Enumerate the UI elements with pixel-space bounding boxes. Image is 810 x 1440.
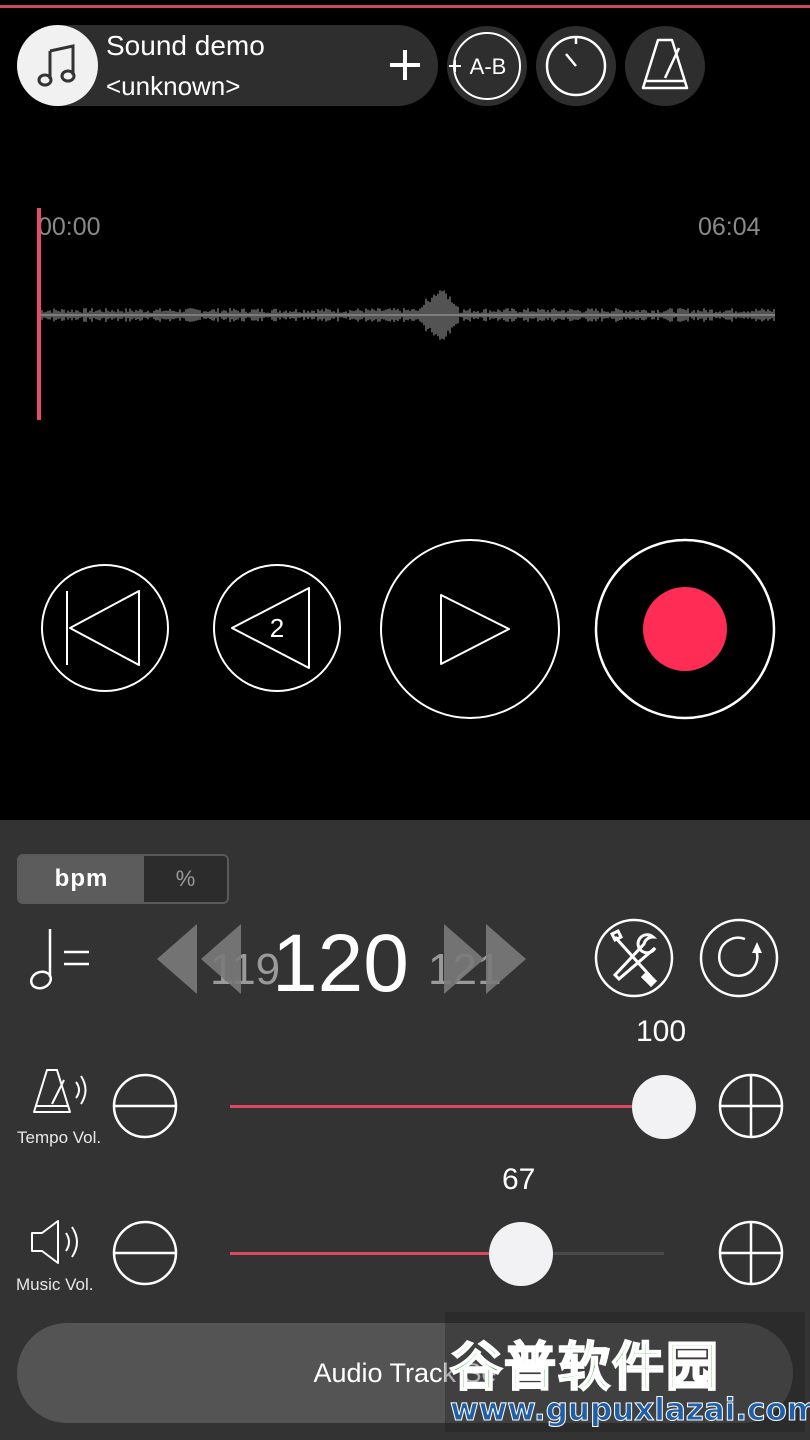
music-note-icon[interactable]	[17, 25, 98, 106]
tempo-volume-increase-button[interactable]	[718, 1073, 784, 1139]
metronome-icon	[641, 38, 689, 90]
music-volume-slider[interactable]	[230, 1252, 664, 1255]
tools-button[interactable]	[593, 917, 675, 999]
music-volume-fill	[230, 1252, 521, 1255]
tempo-increase-button[interactable]	[440, 914, 530, 1004]
rewind-button[interactable]: 2	[212, 563, 342, 693]
tempo-volume-thumb[interactable]	[632, 1075, 696, 1139]
add-track-button[interactable]	[380, 40, 430, 90]
tempo-volume-fill	[230, 1105, 664, 1108]
metronome-volume-icon	[33, 1069, 87, 1113]
timer-icon	[545, 35, 607, 97]
tempo-unit-toggle[interactable]: bpm %	[17, 854, 229, 904]
timer-button[interactable]	[536, 26, 616, 106]
metronome-button[interactable]	[625, 26, 705, 106]
tempo-volume-slider[interactable]	[230, 1105, 664, 1108]
tempo-value[interactable]: 120	[272, 917, 409, 1011]
top-accent-line	[0, 0, 810, 8]
playhead[interactable]	[37, 208, 41, 420]
tempo-volume-label: Tempo Vol.	[17, 1128, 102, 1147]
track-title: Sound demo	[106, 30, 265, 61]
refresh-icon	[718, 936, 759, 977]
music-volume-value: 67	[502, 1163, 536, 1196]
time-start-label: 00:00	[38, 213, 101, 241]
music-volume-increase-button[interactable]	[718, 1220, 784, 1286]
play-icon	[440, 594, 510, 665]
tempo-volume-value: 100	[636, 1015, 687, 1048]
rewind-seconds: 2	[270, 613, 284, 643]
ab-loop-button[interactable]: A-B	[447, 26, 527, 106]
track-artist: <unknown>	[106, 71, 241, 101]
music-volume-thumb[interactable]	[488, 1222, 553, 1286]
reset-button[interactable]	[698, 917, 780, 999]
unit-bpm-option[interactable]: bpm	[19, 856, 144, 902]
waveform[interactable]	[40, 270, 775, 360]
record-icon	[643, 587, 727, 671]
play-button[interactable]	[379, 538, 561, 720]
record-button[interactable]	[594, 538, 776, 720]
time-end-label: 06:04	[698, 213, 761, 241]
watermark-logo: 谷普软件园	[449, 1337, 721, 1399]
ab-label: A-B	[470, 54, 507, 79]
plus-icon	[390, 50, 420, 80]
double-chevron-left-icon	[157, 924, 197, 994]
speaker-icon	[31, 1220, 78, 1264]
skip-to-start-button[interactable]	[40, 563, 170, 693]
wrench-screwdriver-icon	[609, 928, 658, 988]
music-volume-label: Music Vol.	[16, 1275, 94, 1294]
skip-start-icon	[69, 590, 140, 666]
watermark-url: www.gupuxlazai.com	[449, 1392, 810, 1429]
tempo-decrease-button[interactable]	[155, 914, 255, 1004]
tempo-volume-decrease-button[interactable]	[112, 1073, 178, 1139]
unit-percent-option[interactable]: %	[144, 856, 227, 902]
double-chevron-right-icon	[444, 924, 484, 994]
music-volume-decrease-button[interactable]	[112, 1220, 178, 1286]
quarter-note-icon	[29, 929, 89, 990]
